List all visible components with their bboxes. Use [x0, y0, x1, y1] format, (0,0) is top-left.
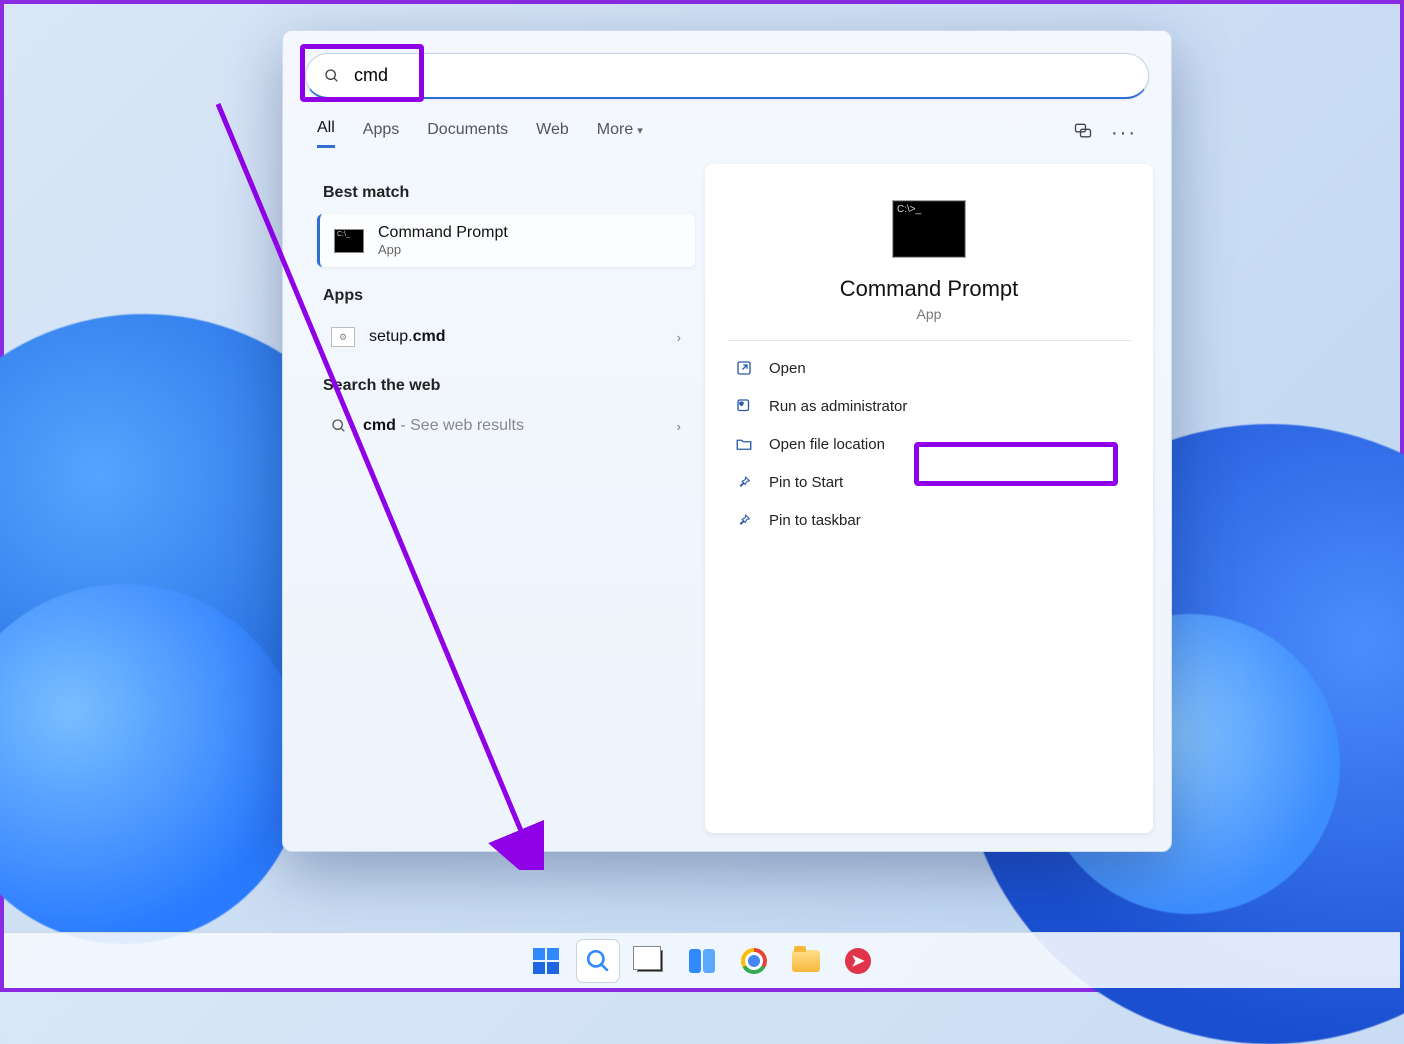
result-subtitle: App — [378, 242, 508, 257]
tab-all[interactable]: All — [317, 119, 335, 148]
chevron-right-icon: › — [677, 419, 681, 434]
result-label: setup.cmd — [369, 328, 446, 346]
search-input[interactable] — [354, 65, 1130, 86]
taskbar-widgets[interactable] — [681, 940, 723, 982]
taskbar-app-red[interactable]: ➤ — [837, 940, 879, 982]
action-pin-start[interactable]: Pin to Start — [705, 463, 1153, 501]
more-options-icon[interactable]: ··· — [1111, 122, 1137, 145]
chevron-right-icon: › — [677, 330, 681, 345]
taskbar-chrome[interactable] — [733, 940, 775, 982]
search-icon — [585, 948, 611, 974]
action-open[interactable]: Open — [705, 349, 1153, 387]
windows-start-icon — [533, 948, 559, 974]
result-label: cmd - See web results — [363, 417, 524, 435]
widgets-icon — [689, 949, 715, 973]
search-icon — [324, 68, 340, 84]
detail-title: Command Prompt — [705, 276, 1153, 302]
pin-icon — [735, 473, 753, 491]
cmd-icon — [334, 229, 364, 253]
taskbar-start[interactable] — [525, 940, 567, 982]
search-icon — [331, 418, 347, 434]
search-box[interactable] — [305, 53, 1149, 99]
detail-subtitle: App — [705, 306, 1153, 322]
detail-pane: Command Prompt App Open Run as administr… — [705, 164, 1153, 833]
chevron-down-icon: ▾ — [637, 125, 643, 137]
action-run-admin[interactable]: Run as administrator — [705, 387, 1153, 425]
section-apps: Apps — [323, 287, 689, 305]
shield-icon — [735, 397, 753, 415]
tab-apps[interactable]: Apps — [363, 121, 399, 147]
taskbar: ➤ — [4, 932, 1400, 988]
result-title: Command Prompt — [378, 224, 508, 242]
taskbar-taskview[interactable] — [629, 940, 671, 982]
cmd-large-icon — [892, 200, 966, 258]
action-open-location[interactable]: Open file location — [705, 425, 1153, 463]
batch-file-icon: ⚙ — [331, 327, 355, 347]
filter-bar: All Apps Documents Web More▾ ··· — [283, 99, 1171, 158]
section-best-match: Best match — [323, 184, 689, 202]
taskbar-explorer[interactable] — [785, 940, 827, 982]
folder-icon — [792, 950, 820, 972]
red-app-icon: ➤ — [845, 948, 871, 974]
tab-web[interactable]: Web — [536, 121, 569, 147]
result-setup-cmd[interactable]: ⚙ setup.cmd › — [317, 317, 695, 357]
section-search-web: Search the web — [323, 377, 689, 395]
folder-icon — [735, 435, 753, 453]
result-command-prompt[interactable]: Command Prompt App — [317, 214, 695, 267]
chat-icon[interactable] — [1073, 121, 1093, 146]
tab-more[interactable]: More▾ — [597, 121, 643, 147]
taskview-icon — [637, 950, 663, 972]
divider — [727, 340, 1131, 341]
pin-icon — [735, 511, 753, 529]
taskbar-search[interactable] — [577, 940, 619, 982]
result-web-cmd[interactable]: cmd - See web results › — [317, 407, 695, 445]
start-search-panel: All Apps Documents Web More▾ ··· Best ma… — [282, 30, 1172, 852]
action-pin-taskbar[interactable]: Pin to taskbar — [705, 501, 1153, 539]
open-icon — [735, 359, 753, 377]
chrome-icon — [741, 948, 767, 974]
tab-documents[interactable]: Documents — [427, 121, 508, 147]
